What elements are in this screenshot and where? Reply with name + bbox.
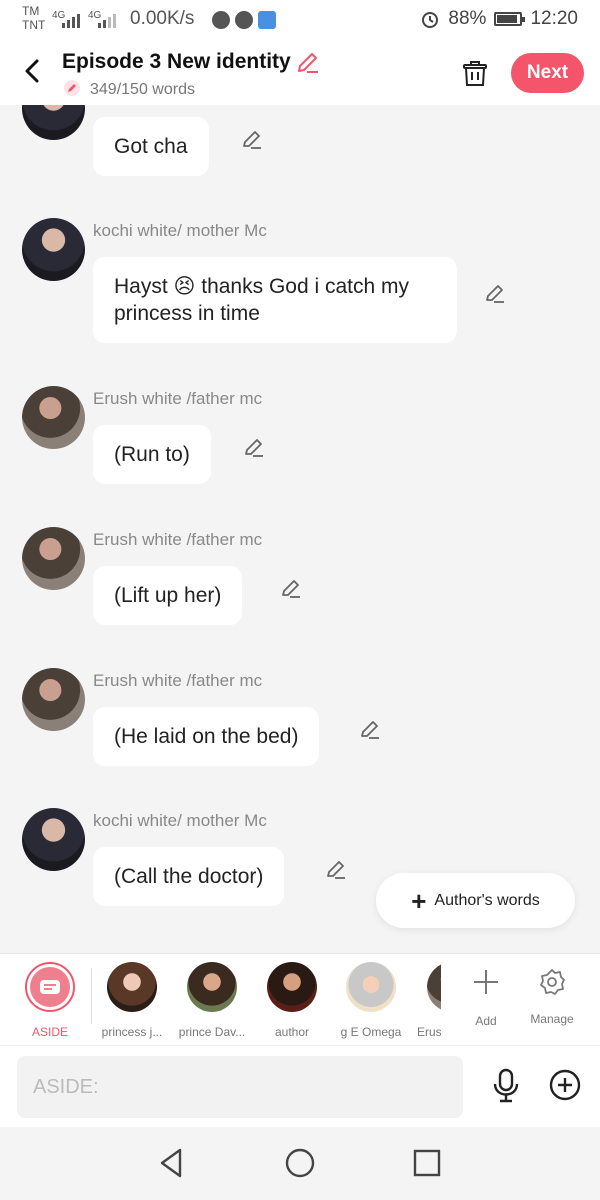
role-aside[interactable]: ASIDE: [10, 954, 90, 1039]
word-count: 349/150 words: [90, 81, 195, 98]
manage-roles-button[interactable]: Manage: [512, 954, 592, 1026]
manage-label: Manage: [530, 1012, 574, 1026]
trash-icon[interactable]: [460, 58, 490, 88]
message-bubble[interactable]: (Call the doctor): [93, 847, 285, 906]
edit-message-icon[interactable]: [483, 281, 507, 305]
alarm-icon: [422, 12, 439, 28]
role-label: prince Dav...: [178, 1025, 246, 1039]
edit-message-icon[interactable]: [279, 576, 303, 600]
nav-home-icon[interactable]: [282, 1145, 318, 1181]
role-label: princess j...: [101, 1025, 163, 1039]
role-label: g E Omega: [340, 1025, 402, 1039]
avatar[interactable]: [22, 808, 85, 871]
aside-input[interactable]: [17, 1056, 463, 1118]
avatar[interactable]: [22, 668, 85, 731]
plus-icon: +: [411, 885, 427, 916]
battery-percent: 88%: [448, 8, 487, 29]
role-label: ASIDE: [31, 1025, 68, 1039]
authors-words-button[interactable]: + Author's words: [376, 873, 575, 928]
status-right: 88% 12:20: [420, 8, 578, 30]
authors-words-label: Author's words: [434, 891, 540, 909]
maps-icon: [258, 11, 276, 29]
message-bubble[interactable]: Got cha: [93, 117, 209, 176]
role-omega[interactable]: g E Omega: [331, 954, 411, 1039]
signal-icon-2: [98, 12, 116, 28]
next-button[interactable]: Next: [511, 53, 584, 93]
chat-bubble-icon: [40, 980, 60, 994]
speaker-name: Erush white /father mc: [93, 671, 263, 690]
role-erush[interactable]: Erusl: [401, 954, 441, 1039]
message-bubble[interactable]: (He laid on the bed): [93, 707, 320, 766]
avatar[interactable]: [22, 386, 85, 449]
messenger-icon: [212, 11, 230, 29]
nav-recents-icon[interactable]: [409, 1145, 445, 1181]
avatar[interactable]: [22, 527, 85, 590]
aside-avatar: [25, 962, 75, 1012]
status-bar: TM TNT 4G 4G 0.00K/s 88% 12:20: [0, 0, 600, 44]
microphone-icon[interactable]: [489, 1068, 523, 1104]
avatar: [427, 962, 441, 1012]
edit-message-icon[interactable]: [242, 435, 266, 459]
role-prince[interactable]: prince Dav...: [172, 954, 252, 1039]
role-label: author: [274, 1025, 310, 1039]
role-bar: ASIDE princess j... prince Dav... author…: [0, 953, 600, 1045]
add-icon: [474, 970, 498, 994]
avatar: [346, 962, 396, 1012]
nav-back-icon[interactable]: [154, 1145, 190, 1181]
edit-message-icon[interactable]: [324, 857, 348, 881]
avatar: [187, 962, 237, 1012]
edit-message-icon[interactable]: [358, 717, 382, 741]
clock: 12:20: [530, 8, 578, 29]
role-princess[interactable]: princess j...: [92, 954, 172, 1039]
message-bubble[interactable]: Hayst 😣 thanks God i catch my princess i…: [93, 257, 457, 343]
edit-title-icon[interactable]: [294, 50, 320, 76]
role-author[interactable]: author: [252, 954, 332, 1039]
navigation-bar: [0, 1127, 600, 1200]
role-label: Erusl: [417, 1025, 441, 1039]
chat-icon: [235, 11, 253, 29]
message-bubble[interactable]: (Run to): [93, 425, 211, 484]
avatar[interactable]: [22, 105, 85, 140]
carrier-labels: TM TNT: [22, 4, 45, 32]
episode-title[interactable]: Episode 3 New identity: [62, 50, 291, 74]
message-bubble[interactable]: (Lift up her): [93, 566, 243, 625]
edit-message-icon[interactable]: [240, 127, 264, 151]
carrier-2: TNT: [22, 18, 46, 32]
avatar[interactable]: [22, 218, 85, 281]
battery-icon: [494, 12, 526, 26]
network-speed: 0.00K/s: [130, 8, 195, 29]
speaker-name: kochi white/ mother Mc: [93, 221, 267, 240]
message-feed[interactable]: Got cha kochi white/ mother Mc Hayst 😣 t…: [0, 105, 600, 953]
input-bar: [0, 1045, 600, 1127]
back-icon[interactable]: [18, 56, 48, 86]
speaker-name: kochi white/ mother Mc: [93, 811, 267, 830]
pencil-icon: [64, 80, 80, 96]
speaker-name: Erush white /father mc: [93, 389, 263, 408]
header: Episode 3 New identity 349/150 words Nex…: [0, 44, 600, 105]
gear-icon: [540, 969, 565, 995]
avatar: [107, 962, 157, 1012]
carrier-1: TM: [22, 4, 40, 18]
speaker-name: Erush white /father mc: [93, 530, 263, 549]
add-circle-icon[interactable]: [548, 1068, 582, 1102]
signal-icon: [62, 12, 80, 28]
avatar: [267, 962, 317, 1012]
